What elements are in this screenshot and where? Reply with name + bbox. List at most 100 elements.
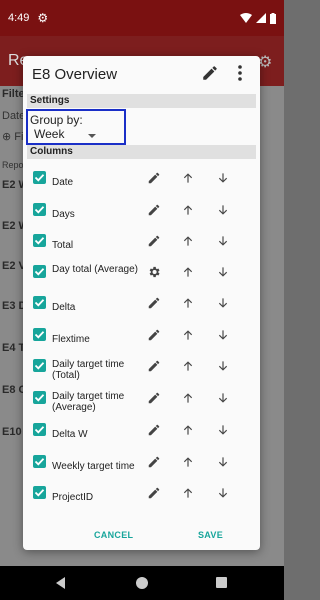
column-row: Delta W <box>23 414 260 446</box>
column-checkbox[interactable] <box>33 234 46 247</box>
column-row: Daily target time (Average) <box>23 382 260 414</box>
settings-status-icon: ⚙ <box>37 11 49 25</box>
move-down-arrow-icon[interactable] <box>216 328 230 342</box>
move-down-arrow-icon[interactable] <box>216 486 230 500</box>
column-edit-pencil-icon[interactable] <box>147 391 161 405</box>
move-up-arrow-icon[interactable] <box>181 171 195 185</box>
move-down-arrow-icon[interactable] <box>216 391 230 405</box>
column-row: Flextime <box>23 319 260 351</box>
move-up-arrow-icon[interactable] <box>181 423 195 437</box>
move-up-arrow-icon[interactable] <box>181 455 195 469</box>
column-row: Total <box>23 225 260 257</box>
column-edit-pencil-icon[interactable] <box>147 328 161 342</box>
move-up-arrow-icon[interactable] <box>181 391 195 405</box>
move-up-arrow-icon[interactable] <box>181 296 195 310</box>
move-down-arrow-icon[interactable] <box>216 296 230 310</box>
group-by-dropdown[interactable]: Week <box>34 127 64 141</box>
dialog-header: E8 Overview <box>23 56 260 92</box>
background-date-label: Date <box>2 110 26 122</box>
column-row: ProjectID <box>23 477 260 509</box>
column-checkbox[interactable] <box>33 328 46 341</box>
column-checkbox[interactable] <box>33 203 46 216</box>
column-label: Days <box>52 209 75 220</box>
column-settings-gear-icon[interactable] <box>147 265 161 279</box>
column-edit-pencil-icon[interactable] <box>147 296 161 310</box>
column-label: Date <box>52 177 74 188</box>
checkmark-icon <box>34 174 45 182</box>
overview-dialog: E8 Overview Settings Group by: Week Colu… <box>23 56 260 550</box>
column-label: Daily target time (Average) <box>52 391 125 413</box>
column-row: Weekly target time <box>23 446 260 478</box>
background-fi-link: ⊕ Fi <box>2 131 24 143</box>
move-down-arrow-icon[interactable] <box>216 359 230 373</box>
column-edit-pencil-icon[interactable] <box>147 359 161 373</box>
column-edit-pencil-icon[interactable] <box>147 455 161 469</box>
column-edit-pencil-icon[interactable] <box>147 486 161 500</box>
column-checkbox[interactable] <box>33 359 46 372</box>
back-nav-icon[interactable] <box>56 577 65 589</box>
column-checkbox[interactable] <box>33 486 46 499</box>
background-item: E4 T <box>2 342 26 354</box>
save-button[interactable]: SAVE <box>198 530 223 540</box>
column-label: Delta W <box>52 429 88 440</box>
status-time: 4:49 <box>8 12 30 24</box>
column-checkbox[interactable] <box>33 296 46 309</box>
column-label: Delta <box>52 302 76 313</box>
checkmark-icon <box>34 458 45 466</box>
move-up-arrow-icon[interactable] <box>181 359 195 373</box>
column-checkbox[interactable] <box>33 391 46 404</box>
checkmark-icon <box>34 331 45 339</box>
move-down-arrow-icon[interactable] <box>216 203 230 217</box>
dialog-title: E8 Overview <box>32 66 118 83</box>
status-icons <box>240 12 276 24</box>
column-edit-pencil-icon[interactable] <box>147 423 161 437</box>
background-gear-icon: ⚙ <box>258 54 273 71</box>
home-nav-icon[interactable] <box>136 577 148 589</box>
battery-icon <box>270 12 276 24</box>
group-by-selector[interactable]: Group by: Week <box>26 109 126 145</box>
column-checkbox[interactable] <box>33 455 46 468</box>
column-edit-pencil-icon[interactable] <box>147 171 161 185</box>
move-down-arrow-icon[interactable] <box>216 265 230 279</box>
checkmark-icon <box>34 426 45 434</box>
cancel-button[interactable]: CANCEL <box>94 530 133 540</box>
move-down-arrow-icon[interactable] <box>216 234 230 248</box>
column-label: Weekly target time <box>52 461 135 472</box>
status-bar: 4:49 ⚙ <box>0 0 284 36</box>
checkmark-icon <box>34 362 45 370</box>
column-checkbox[interactable] <box>33 265 46 278</box>
move-down-arrow-icon[interactable] <box>216 171 230 185</box>
move-down-arrow-icon[interactable] <box>216 455 230 469</box>
column-row: Delta <box>23 287 260 319</box>
checkmark-icon <box>34 489 45 497</box>
edit-title-pencil-icon[interactable] <box>201 64 219 82</box>
column-edit-pencil-icon[interactable] <box>147 203 161 217</box>
column-row: Date <box>23 162 260 194</box>
move-up-arrow-icon[interactable] <box>181 328 195 342</box>
column-checkbox[interactable] <box>33 171 46 184</box>
checkmark-icon <box>34 206 45 214</box>
recents-nav-icon[interactable] <box>216 577 227 588</box>
column-edit-pencil-icon[interactable] <box>147 234 161 248</box>
wifi-icon <box>240 13 252 23</box>
checkmark-icon <box>34 268 45 276</box>
column-row: Days <box>23 194 260 226</box>
checkmark-icon <box>34 394 45 402</box>
signal-icon <box>256 13 266 23</box>
move-up-arrow-icon[interactable] <box>181 265 195 279</box>
column-row: Daily target time (Total) <box>23 350 260 382</box>
move-up-arrow-icon[interactable] <box>181 234 195 248</box>
column-label: Flextime <box>52 334 90 345</box>
group-by-label: Group by: <box>30 113 83 127</box>
column-label: Day total (Average) <box>52 264 138 275</box>
move-up-arrow-icon[interactable] <box>181 203 195 217</box>
more-vert-icon[interactable] <box>233 64 247 82</box>
dropdown-arrow-icon <box>88 134 96 138</box>
move-up-arrow-icon[interactable] <box>181 486 195 500</box>
background-item: E10 <box>2 426 22 438</box>
move-down-arrow-icon[interactable] <box>216 423 230 437</box>
column-checkbox[interactable] <box>33 423 46 436</box>
columns-section-header: Columns <box>27 145 256 159</box>
settings-section-header: Settings <box>27 94 256 108</box>
background-filter-label: Filte <box>2 88 25 100</box>
